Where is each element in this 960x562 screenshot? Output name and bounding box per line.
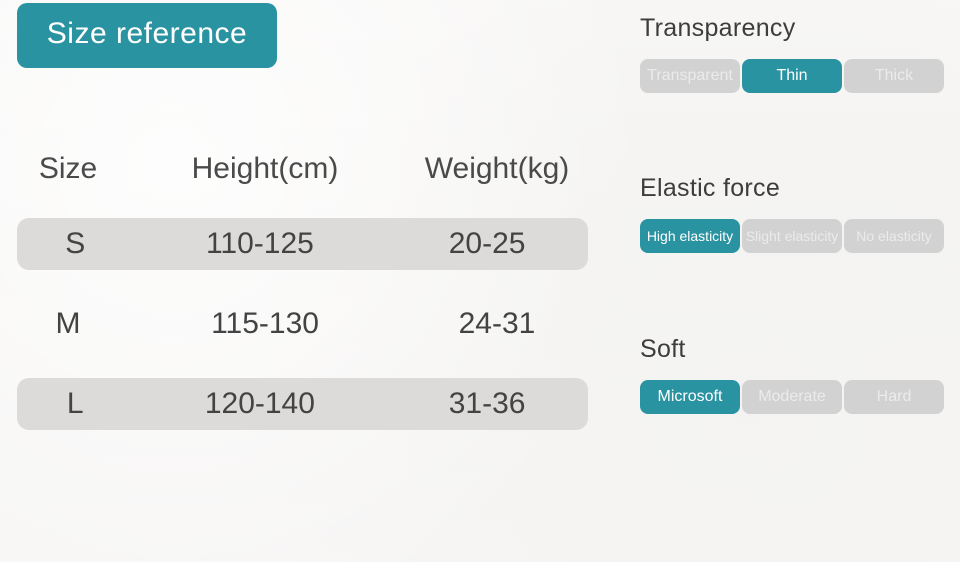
- cell-size: M: [55, 307, 81, 340]
- chip-slight-elasticity[interactable]: Slight elasticity: [742, 219, 842, 253]
- chip-moderate[interactable]: Moderate: [742, 380, 842, 414]
- chip-row-soft: Microsoft Moderate Hard: [640, 380, 950, 414]
- cell-height: 120-140: [204, 387, 315, 420]
- column-header-weight: Weight(kg): [424, 152, 570, 185]
- size-reference-badge: Size reference: [17, 3, 277, 68]
- chip-high-elasticity[interactable]: High elasticity: [640, 219, 740, 253]
- column-header-height: Height(cm): [191, 152, 339, 185]
- table-header-row: Size Height(cm) Weight(kg): [0, 146, 600, 192]
- size-table: Size Height(cm) Weight(kg) S 110-125 20-…: [0, 146, 600, 430]
- chip-row-transparency: Transparent Thin Thick: [640, 59, 950, 93]
- chip-transparent[interactable]: Transparent: [640, 59, 740, 93]
- option-group-elastic-force: Elastic force High elasticity Slight ela…: [640, 174, 950, 253]
- option-group-transparency: Transparency Transparent Thin Thick: [640, 14, 950, 93]
- chip-no-elasticity[interactable]: No elasticity: [844, 219, 944, 253]
- group-title-soft: Soft: [640, 335, 686, 363]
- cell-size: L: [66, 387, 84, 420]
- chip-thick[interactable]: Thick: [844, 59, 944, 93]
- cell-weight: 20-25: [448, 227, 526, 260]
- size-reference-panel: Size reference Size Height(cm) Weight(kg…: [0, 0, 960, 562]
- chip-row-elastic-force: High elasticity Slight elasticity No ela…: [640, 219, 950, 253]
- cell-weight: 31-36: [448, 387, 526, 420]
- chip-thin[interactable]: Thin: [742, 59, 842, 93]
- table-row: S 110-125 20-25: [17, 218, 588, 270]
- cell-height: 115-130: [211, 307, 319, 340]
- chip-hard[interactable]: Hard: [844, 380, 944, 414]
- group-title-transparency: Transparency: [640, 14, 796, 42]
- chip-microsoft[interactable]: Microsoft: [640, 380, 740, 414]
- option-group-soft: Soft Microsoft Moderate Hard: [640, 335, 950, 414]
- column-header-size: Size: [38, 152, 98, 185]
- cell-weight: 24-31: [458, 307, 536, 340]
- table-row: L 120-140 31-36: [17, 378, 588, 430]
- cell-height: 110-125: [205, 227, 314, 260]
- group-title-elastic-force: Elastic force: [640, 174, 781, 202]
- table-row: M 115-130 24-31: [0, 298, 600, 350]
- cell-size: S: [65, 227, 86, 260]
